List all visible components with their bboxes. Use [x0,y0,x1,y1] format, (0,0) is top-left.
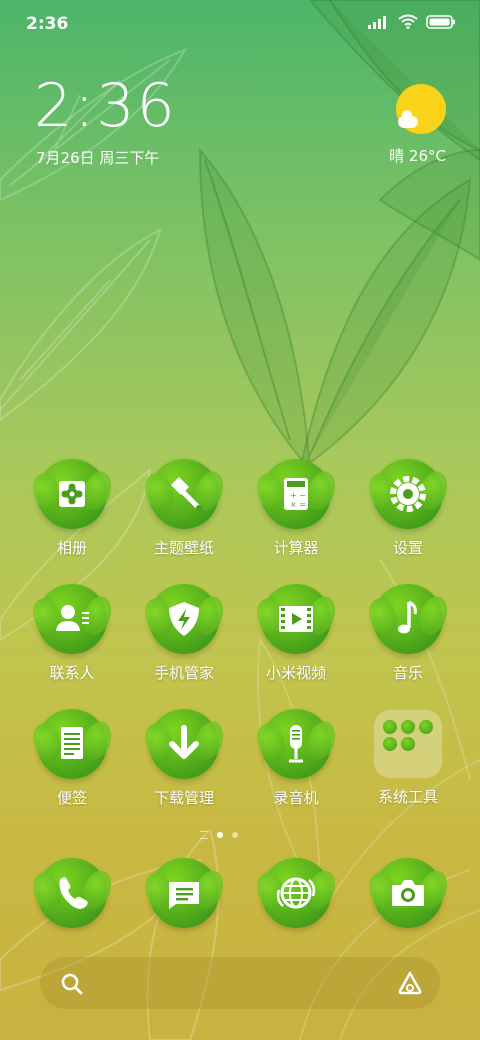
cloud-icon [398,110,418,128]
app-label: 小米视频 [265,664,326,682]
battery-icon [426,14,455,29]
themes-brush-icon [171,477,202,511]
dock-camera[interactable] [353,858,463,928]
notes-icon [61,727,83,759]
microphone-icon [289,725,303,763]
app-label: 手机管家 [153,664,214,682]
assistant-icon[interactable] [396,970,424,996]
calculator-icon: + − × = [284,478,308,510]
settings-gear-icon [390,476,426,512]
page-dot [232,832,238,838]
app-security[interactable]: 手机管家 [129,584,239,683]
app-label: 设置 [392,539,423,557]
clock-widget-date: 7月26日 周三下午 [36,149,160,167]
app-label: 计算器 [273,539,319,557]
gallery-icon [59,481,85,507]
app-label: 主题壁纸 [153,539,214,557]
video-icon [279,606,313,632]
app-label: 录音机 [273,789,319,807]
folder-system-tools[interactable]: 系统工具 [353,709,463,807]
page-indicator[interactable] [200,831,238,839]
phone-icon [59,877,88,909]
signal-icon [368,15,386,29]
security-shield-icon [169,602,199,636]
app-notes[interactable]: 便签 [17,709,127,808]
app-gallery[interactable]: 相册 [17,459,127,558]
weather-text: 晴 26°C [389,147,446,165]
music-note-icon [398,600,417,634]
app-label: 便签 [56,789,87,807]
browser-icon [276,877,316,909]
app-label: 系统工具 [377,788,438,806]
svg-text:+ −: + − [290,491,306,500]
folder-icon [374,710,442,778]
dock-phone[interactable] [17,858,127,928]
wifi-icon [398,14,418,29]
search-icon[interactable] [60,972,84,996]
contacts-icon [56,605,89,631]
svg-text:× =: × = [290,500,306,509]
status-bar-time: 2:36 [26,14,69,34]
clock-widget-time[interactable]: 2:36 [34,76,177,136]
app-calculator[interactable]: + − × = 计算器 [241,459,351,558]
app-music[interactable]: 音乐 [353,584,463,683]
status-bar-icons [368,14,456,29]
app-label: 联系人 [49,664,95,682]
app-themes[interactable]: 主题壁纸 [129,459,239,558]
download-icon [169,725,199,759]
page-list-icon [200,831,208,839]
dock-messages[interactable] [129,858,239,928]
search-bar[interactable] [40,957,440,1009]
app-video[interactable]: 小米视频 [241,584,351,683]
app-label: 下载管理 [153,789,214,807]
dock-browser[interactable] [241,858,351,928]
messages-icon [169,882,199,909]
app-settings[interactable]: 设置 [353,459,463,558]
app-contacts[interactable]: 联系人 [17,584,127,683]
app-label: 相册 [56,539,87,557]
app-downloads[interactable]: 下载管理 [129,709,239,808]
weather-widget[interactable]: 晴 26°C [346,82,446,172]
camera-icon [392,880,424,906]
app-label: 音乐 [392,664,423,682]
page-dot-active [217,832,223,838]
app-recorder[interactable]: 录音机 [241,709,351,808]
